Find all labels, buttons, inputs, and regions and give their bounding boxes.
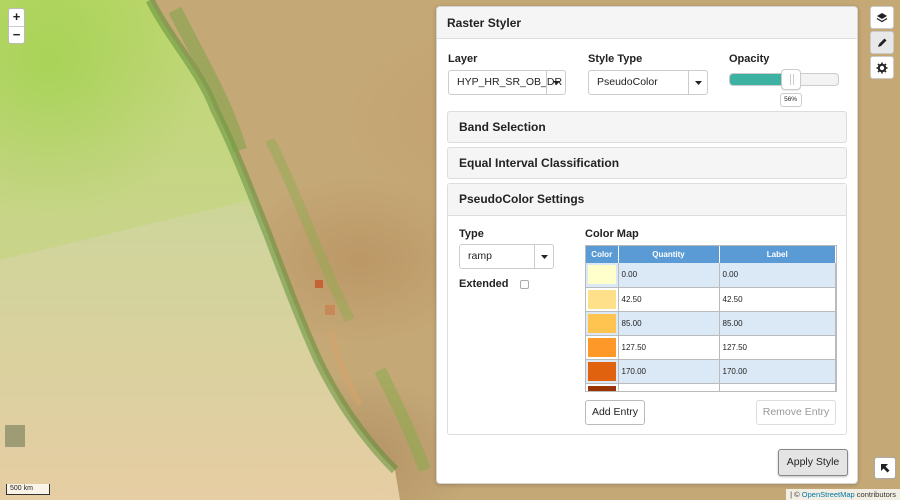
color-cell[interactable] (586, 311, 619, 336)
zoom-control: + − (8, 8, 25, 44)
color-cell[interactable] (586, 383, 619, 391)
settings-button[interactable] (870, 56, 894, 79)
color-map-header-row: Color Quantity Label (586, 246, 836, 263)
color-map-row[interactable]: 42.50 42.50 (586, 287, 836, 312)
section-pseudocolor: PseudoColor Settings Type ramp Extended … (447, 183, 847, 435)
quantity-cell[interactable]: 127.50 (618, 335, 720, 360)
map-attribution: | © OpenStreetMap contributors (786, 489, 900, 500)
color-map-label: Color Map (585, 228, 639, 240)
section-pseudocolor-header[interactable]: PseudoColor Settings (448, 184, 846, 216)
zoom-out-button[interactable]: − (9, 26, 24, 43)
label-cell[interactable]: 212.50 (719, 383, 836, 391)
opacity-tooltip: 56% (779, 93, 802, 107)
color-swatch[interactable] (588, 313, 616, 333)
extended-label: Extended (459, 278, 509, 290)
expand-arrow-icon (881, 464, 890, 473)
layers-icon (876, 12, 888, 22)
gear-icon (876, 62, 888, 73)
attribution-prefix: | © (790, 490, 802, 499)
section-band-selection[interactable]: Band Selection (447, 111, 847, 143)
quantity-cell[interactable]: 170.00 (618, 359, 720, 384)
quantity-cell[interactable]: 85.00 (618, 311, 720, 336)
expand-button[interactable] (874, 457, 896, 479)
color-map-row[interactable]: 0.00 0.00 (586, 263, 836, 288)
quantity-cell[interactable]: 42.50 (618, 287, 720, 312)
quantity-cell[interactable]: 0.00 (618, 263, 720, 288)
chevron-down-icon (688, 71, 707, 94)
color-map-row[interactable]: 170.00 170.00 (586, 359, 836, 384)
chevron-down-icon (546, 71, 565, 94)
panel-title: Raster Styler (437, 7, 857, 39)
zoom-in-button[interactable]: + (9, 9, 24, 26)
pencil-icon (878, 38, 887, 47)
remove-entry-button[interactable]: Remove Entry (756, 400, 836, 425)
map-toolbar (870, 6, 894, 79)
attribution-suffix: contributors (854, 490, 896, 499)
color-swatch[interactable] (588, 289, 616, 309)
type-select[interactable]: ramp (459, 244, 554, 269)
quantity-cell[interactable]: 212.50 (618, 383, 720, 391)
style-type-select-value: PseudoColor (597, 76, 658, 88)
label-cell[interactable]: 42.50 (719, 287, 836, 312)
color-swatch[interactable] (588, 265, 616, 285)
type-select-value: ramp (468, 250, 492, 262)
opacity-slider-handle[interactable] (780, 69, 801, 90)
color-cell[interactable] (586, 263, 619, 288)
label-cell[interactable]: 0.00 (719, 263, 836, 288)
apply-style-button[interactable]: Apply Style (778, 449, 848, 476)
color-map-row[interactable]: 85.00 85.00 (586, 311, 836, 336)
layer-select[interactable]: HYP_HR_SR_OB_DR (448, 70, 566, 95)
column-header-color: Color (586, 246, 619, 263)
color-swatch[interactable] (588, 361, 616, 381)
color-cell[interactable] (586, 335, 619, 360)
add-entry-button[interactable]: Add Entry (585, 400, 645, 425)
color-map-row[interactable]: 127.50 127.50 (586, 335, 836, 360)
section-equal-interval[interactable]: Equal Interval Classification (447, 147, 847, 179)
column-header-label: Label (719, 246, 836, 263)
extended-checkbox[interactable] (520, 280, 529, 289)
color-map-table[interactable]: Color Quantity Label 0.00 0.00 42.50 42.50 8… (585, 245, 837, 392)
color-cell[interactable] (586, 287, 619, 312)
style-type-select[interactable]: PseudoColor (588, 70, 708, 95)
raster-styler-panel: Raster Styler Layer HYP_HR_SR_OB_DR Styl… (436, 6, 858, 484)
label-cell[interactable]: 127.50 (719, 335, 836, 360)
opacity-label: Opacity (729, 53, 770, 65)
chevron-down-icon (534, 245, 553, 268)
color-cell[interactable] (586, 359, 619, 384)
draw-button[interactable] (870, 31, 894, 54)
type-label: Type (459, 228, 484, 240)
layers-button[interactable] (870, 6, 894, 29)
attribution-link[interactable]: OpenStreetMap (802, 490, 855, 499)
color-swatch[interactable] (588, 337, 616, 357)
column-header-quantity: Quantity (618, 246, 720, 263)
layer-label: Layer (448, 53, 478, 65)
style-type-label: Style Type (588, 53, 643, 65)
label-cell[interactable]: 85.00 (719, 311, 836, 336)
color-map-row[interactable]: 212.50212.50 (586, 383, 836, 391)
label-cell[interactable]: 170.00 (719, 359, 836, 384)
color-swatch[interactable] (588, 385, 616, 391)
scale-bar: 500 km (6, 484, 50, 495)
